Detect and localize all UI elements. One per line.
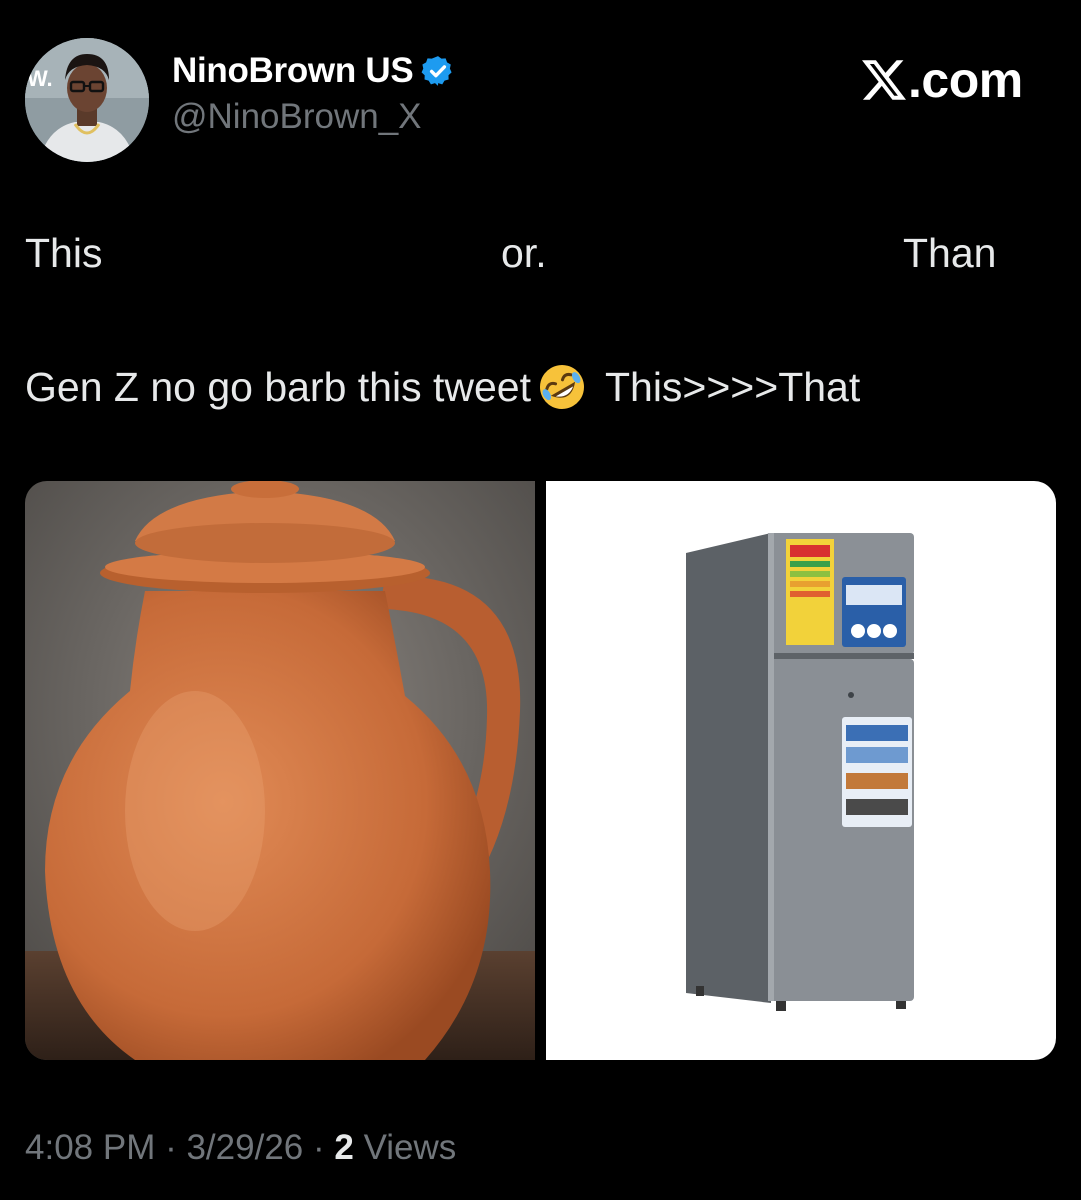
tweet-text-before-emoji: Gen Z no go barb this tweet bbox=[25, 363, 531, 410]
author-name-row[interactable]: NinoBrown US bbox=[172, 48, 455, 94]
tweet-text-line: Gen Z no go barb this tweet This>>>>That bbox=[25, 360, 860, 414]
media-divider bbox=[535, 481, 546, 1060]
meta-separator: · bbox=[155, 1128, 187, 1167]
rolling-laughing-emoji-icon bbox=[539, 365, 584, 409]
verified-badge-icon bbox=[421, 56, 452, 86]
tweet-word-this: This bbox=[25, 230, 103, 276]
x-brand-watermark: .com bbox=[862, 52, 1023, 108]
author-handle[interactable]: @NinoBrown_X bbox=[172, 97, 422, 137]
author-display-name[interactable]: NinoBrown US bbox=[172, 51, 414, 91]
x-logo-icon bbox=[862, 60, 906, 100]
views-label[interactable]: Views bbox=[364, 1128, 457, 1167]
avatar[interactable]: W. bbox=[25, 38, 149, 162]
tweet-date[interactable]: 3/29/26 bbox=[186, 1128, 303, 1167]
tweet-media[interactable] bbox=[25, 481, 1056, 1060]
tweet-meta: 4:08 PM · 3/29/26 · 2 Views bbox=[25, 1128, 456, 1168]
refrigerator-image[interactable] bbox=[546, 481, 1056, 1060]
clay-pot-image[interactable] bbox=[25, 481, 535, 1060]
avatar-badge-text: W. bbox=[27, 66, 53, 91]
meta-separator: · bbox=[303, 1128, 335, 1167]
tweet-word-or: or. bbox=[501, 230, 547, 276]
tweet-word-than: Than bbox=[903, 230, 997, 276]
x-brand-label: .com bbox=[908, 52, 1023, 108]
tweet-time[interactable]: 4:08 PM bbox=[25, 1128, 155, 1167]
tweet-text-after-emoji: This>>>>That bbox=[604, 363, 861, 410]
views-count[interactable]: 2 bbox=[334, 1128, 353, 1167]
